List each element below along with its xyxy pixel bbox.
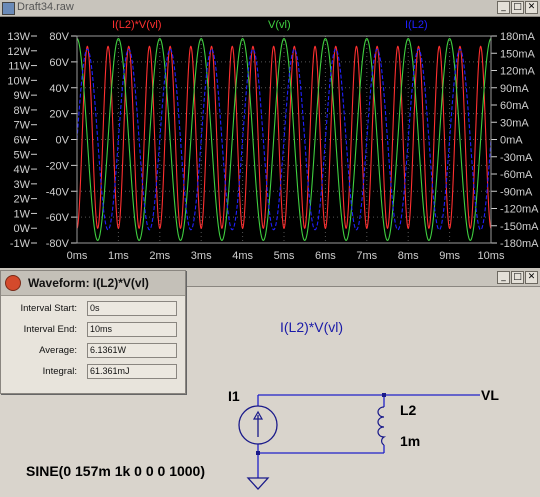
- power-tick-label: 3W: [14, 179, 31, 191]
- power-tick-label: 4W: [14, 164, 31, 176]
- time-tick-label: 1ms: [108, 250, 129, 262]
- time-tick-label: 10ms: [478, 250, 505, 262]
- plot-window: Draft34.raw _ □ ✕ I(L2)*V(vl) V(vl) I(L2) …: [0, 0, 540, 268]
- time-tick-label: 5ms: [274, 250, 295, 262]
- schematic-wires[interactable]: [257, 394, 480, 478]
- current-source-symbol[interactable]: [238, 405, 278, 445]
- power-tick-label: 8W: [14, 105, 31, 117]
- waveform-chart[interactable]: I(L2)*V(vl) V(vl) I(L2) 13W 12W 11W 10W 9W 8W 7W…: [0, 17, 540, 268]
- schematic-maximize-button[interactable]: □: [511, 271, 524, 284]
- power-tick-label: -1W: [10, 238, 31, 250]
- voltage-tick-label: 20V: [49, 109, 69, 121]
- voltage-tick-label: -40V: [46, 186, 70, 198]
- average-field[interactable]: 6.1361W: [87, 343, 177, 358]
- current-tick-label: 30mA: [500, 117, 529, 129]
- time-tick-label: 3ms: [191, 250, 212, 262]
- inductor-symbol[interactable]: [377, 406, 387, 446]
- power-tick-label: 9W: [14, 90, 31, 102]
- voltage-tick-label: -20V: [46, 160, 70, 172]
- power-tick-label: 7W: [14, 120, 31, 132]
- plot-titlebar: Draft34.raw _ □ ✕: [0, 0, 540, 17]
- waveform-dialog: Waveform: I(L2)*V(vl) Interval Start: 0s…: [0, 270, 186, 394]
- dialog-title: Waveform: I(L2)*V(vl): [28, 276, 149, 290]
- current-tick-label: -150mA: [500, 221, 539, 233]
- integral-label: Integral:: [42, 366, 77, 377]
- current-tick-label: 180mA: [500, 31, 536, 43]
- ground-icon: [246, 477, 270, 490]
- average-row: Average: 6.1361W: [1, 342, 185, 362]
- current-tick-label: -30mA: [500, 152, 533, 164]
- dialog-titlebar[interactable]: Waveform: I(L2)*V(vl): [1, 271, 185, 296]
- trace-label-2[interactable]: I(L2): [405, 19, 428, 31]
- average-label: Average:: [39, 345, 77, 356]
- net-label-vl[interactable]: VL: [481, 387, 499, 403]
- inductor-value-label[interactable]: 1m: [400, 433, 420, 449]
- current-tick-label: -90mA: [500, 186, 533, 198]
- interval-end-field[interactable]: 10ms: [87, 322, 177, 337]
- time-tick-label: 4ms: [232, 250, 253, 262]
- voltage-tick-label: 80V: [49, 31, 69, 43]
- power-tick-label: 11W: [8, 61, 30, 73]
- expression-label[interactable]: I(L2)*V(vl): [280, 319, 343, 335]
- junction-dot: [382, 393, 386, 397]
- current-tick-label: 120mA: [500, 66, 536, 78]
- power-tick-label: 5W: [14, 149, 31, 161]
- integral-field[interactable]: 61.361mJ: [87, 364, 177, 379]
- schematic-window-controls: _ □ ✕: [497, 271, 538, 284]
- maximize-button[interactable]: □: [511, 1, 524, 14]
- current-tick-label: 90mA: [500, 83, 529, 95]
- power-tick-label: 2W: [14, 194, 31, 206]
- interval-start-label: Interval Start:: [20, 303, 78, 314]
- time-tick-label: 2ms: [149, 250, 170, 262]
- schematic-close-button[interactable]: ✕: [525, 271, 538, 284]
- voltage-tick-label: -60V: [46, 212, 70, 224]
- waveform-dialog-icon: [5, 275, 21, 291]
- interval-end-label: Interval End:: [23, 324, 77, 335]
- time-tick-label: 6ms: [315, 250, 336, 262]
- power-tick-label: 1W: [14, 208, 31, 220]
- current-tick-label: -60mA: [500, 169, 533, 181]
- power-tick-label: 6W: [14, 135, 31, 147]
- time-tick-label: 0ms: [67, 250, 88, 262]
- interval-start-field[interactable]: 0s: [87, 301, 177, 316]
- inductor-name-label[interactable]: L2: [400, 402, 417, 418]
- schematic-minimize-button[interactable]: _: [497, 271, 510, 284]
- voltage-tick-label: 40V: [49, 83, 69, 95]
- power-tick-label: 12W: [7, 46, 30, 58]
- current-tick-label: -120mA: [500, 204, 539, 216]
- trace-label-1[interactable]: V(vl): [268, 19, 291, 31]
- trace-label-0[interactable]: I(L2)*V(vl): [112, 19, 162, 31]
- time-tick-label: 7ms: [356, 250, 377, 262]
- power-tick-label: 13W: [7, 31, 30, 43]
- interval-end-row: Interval End: 10ms: [1, 321, 185, 341]
- integral-row: Integral: 61.361mJ: [1, 363, 185, 383]
- time-tick-label: 8ms: [398, 250, 419, 262]
- waveform-app-icon: [2, 2, 15, 15]
- voltage-tick-label: 60V: [49, 57, 69, 69]
- current-tick-label: -180mA: [500, 238, 539, 250]
- interval-start-row: Interval Start: 0s: [1, 300, 185, 320]
- source-value-label[interactable]: SINE(0 157m 1k 0 0 0 1000): [26, 463, 205, 479]
- power-tick-label: 0W: [14, 223, 31, 235]
- waveform-plot-area[interactable]: I(L2)*V(vl) V(vl) I(L2) 13W 12W 11W 10W 9W 8W 7W…: [0, 17, 540, 268]
- voltage-tick-label: 0V: [56, 135, 70, 147]
- current-tick-label: 150mA: [500, 48, 536, 60]
- current-tick-label: 0mA: [500, 135, 523, 147]
- junction-dot-bottom: [256, 451, 260, 455]
- power-tick-label: 10W: [7, 75, 30, 87]
- time-tick-label: 9ms: [439, 250, 460, 262]
- plot-window-title: Draft34.raw: [17, 1, 74, 13]
- plot-window-controls: _ □ ✕: [497, 1, 538, 14]
- voltage-tick-label: -80V: [46, 238, 70, 250]
- minimize-button[interactable]: _: [497, 1, 510, 14]
- source-name-label[interactable]: I1: [228, 388, 240, 404]
- close-button[interactable]: ✕: [525, 1, 538, 14]
- current-tick-label: 60mA: [500, 100, 529, 112]
